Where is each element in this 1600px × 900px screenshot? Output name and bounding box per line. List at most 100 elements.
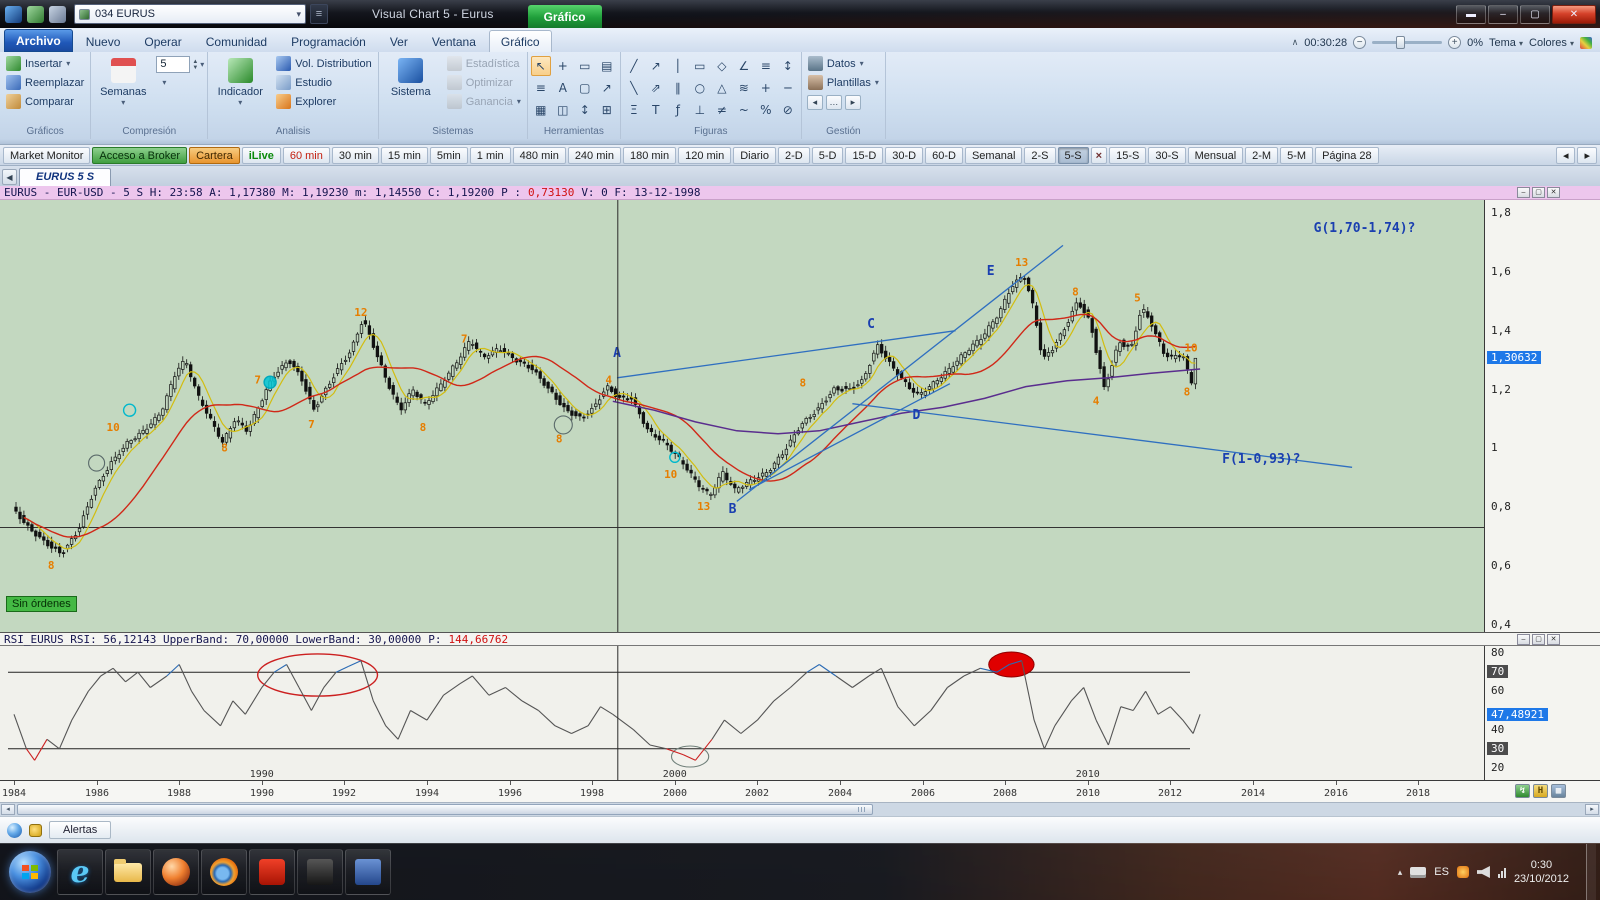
tf-button-30-min[interactable]: 30 min	[332, 147, 379, 164]
pointer-tool-icon[interactable]: ↖	[531, 56, 551, 76]
tray-clock[interactable]: 0:30 23/10/2012	[1514, 858, 1569, 887]
triangle-tool-icon[interactable]: △	[712, 78, 732, 98]
split-view-tool-icon[interactable]: ◫	[553, 100, 573, 120]
chevron-down-icon[interactable]: ▾	[200, 60, 204, 69]
tf-button-15-min[interactable]: 15 min	[381, 147, 428, 164]
tf-button-2-s[interactable]: 2-S	[1024, 147, 1055, 164]
tf-button-5min[interactable]: 5min	[430, 147, 468, 164]
tf-button-diario[interactable]: Diario	[733, 147, 776, 164]
panel-maximize-icon[interactable]: ▢	[1532, 187, 1545, 198]
zoom-slider-thumb[interactable]	[1396, 36, 1405, 49]
palette-icon[interactable]	[1580, 37, 1592, 49]
horizontal-scrollbar[interactable]: ◂ ▸	[0, 802, 1600, 816]
tf-button-mensual[interactable]: Mensual	[1188, 147, 1244, 164]
volume-icon[interactable]	[1477, 866, 1490, 878]
scale-settings-icon[interactable]: ▦	[1551, 784, 1566, 798]
menu-tab-archivo[interactable]: Archivo	[4, 29, 73, 52]
ribbon-button-estudio[interactable]: Estudio	[273, 73, 374, 92]
v-scale-tool-icon[interactable]: ↕	[575, 100, 595, 120]
ribbon-button-plantillas[interactable]: Plantillas▾	[805, 73, 882, 92]
tf-button-60-d[interactable]: 60-D	[925, 147, 963, 164]
rectangle-tool-icon[interactable]: ▭	[690, 56, 710, 76]
price-axis[interactable]: 1,81,61,41,210,80,60,41,30632	[1484, 200, 1600, 632]
taskbar-icon-market-app[interactable]	[297, 849, 343, 895]
text-tool-tool-icon[interactable]: A	[553, 78, 573, 98]
tf-button-5-m[interactable]: 5-M	[1280, 147, 1313, 164]
scroll-right-icon[interactable]: ▸	[1585, 804, 1599, 815]
tf-button-ilive[interactable]: iLive	[242, 147, 281, 164]
tf-button-5-s[interactable]: 5-S	[1058, 147, 1089, 164]
tf-button-1-min[interactable]: 1 min	[470, 147, 511, 164]
ribbon-button-explorer[interactable]: Explorer	[273, 92, 374, 111]
cross-line-tool-icon[interactable]: +	[756, 78, 776, 98]
close-button[interactable]: ✕	[1552, 5, 1596, 24]
doc-tab-eurus[interactable]: EURUS 5 S	[19, 168, 111, 186]
zoom-box-tool-icon[interactable]: ▭	[575, 56, 595, 76]
tf-button-480-min[interactable]: 480 min	[513, 147, 566, 164]
colors-menu[interactable]: Colores ▾	[1529, 37, 1574, 49]
symbol-combo[interactable]: 034 EURUS ▾	[74, 4, 306, 24]
curve-tool-tool-icon[interactable]: ~	[734, 100, 754, 120]
ribbon-big-button-sistema[interactable]: Sistema	[382, 54, 440, 125]
menu-tab-nuevo[interactable]: Nuevo	[75, 31, 132, 52]
more-pages-button[interactable]: …	[826, 95, 842, 110]
tf-scroll-right-icon[interactable]: ▸	[1577, 147, 1597, 164]
rhombus-tool-icon[interactable]: ◇	[712, 56, 732, 76]
auto-scale-icon[interactable]: ↯	[1515, 784, 1530, 798]
new-window-tool-icon[interactable]: ⊞	[597, 100, 617, 120]
globe-icon[interactable]	[7, 823, 22, 838]
arrow-line-tool-icon[interactable]: ↗	[646, 56, 666, 76]
tab-scroll-left-button[interactable]: ◀	[2, 169, 17, 185]
tf-button-2-m[interactable]: 2-M	[1245, 147, 1278, 164]
rsi-axis[interactable]: 80706040302047,48921	[1484, 646, 1600, 780]
tf-button-30-d[interactable]: 30-D	[885, 147, 923, 164]
tf-button-pagina-28[interactable]: Página 28	[1315, 147, 1379, 164]
symbol-options-button[interactable]: ≡	[310, 4, 328, 24]
function-tool-tool-icon[interactable]: ƒ	[668, 100, 688, 120]
chevron-down-icon[interactable]: ▾	[296, 9, 301, 20]
window-menu-button[interactable]: ▬	[1456, 5, 1486, 24]
update-tray-icon[interactable]	[1457, 866, 1469, 878]
ribbon-button-insertar[interactable]: Insertar▾	[3, 54, 87, 73]
compression-value-input[interactable]: 5	[156, 56, 190, 73]
tf-button-acceso-a-broker[interactable]: Acceso a Broker	[92, 147, 187, 164]
prev-page-button[interactable]: ◂	[807, 95, 823, 110]
taskbar-icon-media-orb[interactable]	[153, 849, 199, 895]
tf-button-market-monitor[interactable]: Market Monitor	[3, 147, 90, 164]
start-button[interactable]	[5, 849, 55, 895]
tf-button-semanal[interactable]: Semanal	[965, 147, 1022, 164]
date-axis[interactable]: ↯ H ▦ 1984198619881990199219941996199820…	[0, 780, 1600, 802]
rsi-maximize-icon[interactable]: ▢	[1532, 634, 1545, 645]
zoom-slider[interactable]	[1372, 41, 1442, 44]
taskbar-icon-s-app[interactable]	[249, 849, 295, 895]
keyboard-icon[interactable]	[1410, 867, 1426, 878]
quick-save-icon[interactable]	[49, 6, 66, 23]
tf-button-15-d[interactable]: 15-D	[845, 147, 883, 164]
menu-tab-grafico[interactable]: Gráfico	[489, 30, 552, 52]
percent-tool-tool-icon[interactable]: %	[756, 100, 776, 120]
taskbar-icon-firefox[interactable]	[201, 849, 247, 895]
delete-figure-tool-icon[interactable]: ⊘	[778, 100, 798, 120]
grid-tool-tool-icon[interactable]: ▦	[531, 100, 551, 120]
rsi-chart-canvas[interactable]: 199020002010	[0, 646, 1484, 780]
tf-button-5-d[interactable]: 5-D	[812, 147, 844, 164]
chevron-down-icon[interactable]: ▾	[162, 78, 166, 87]
ray-tool-icon[interactable]: ⇗	[646, 78, 666, 98]
panel-minimize-icon[interactable]: –	[1517, 187, 1530, 198]
support-line-tool-icon[interactable]: ⊥	[690, 100, 710, 120]
context-tab-grafico[interactable]: Gráfico	[528, 5, 602, 28]
quick-chart-icon[interactable]	[27, 6, 44, 23]
region-tool-icon[interactable]: ▢	[575, 78, 595, 98]
show-desktop-button[interactable]	[1586, 844, 1596, 900]
scroll-left-icon[interactable]: ◂	[1, 804, 15, 815]
maximize-button[interactable]: ▢	[1520, 5, 1550, 24]
data-window-tool-icon[interactable]: ▤	[597, 56, 617, 76]
angle-tool-icon[interactable]: ∠	[734, 56, 754, 76]
ribbon-button-comparar[interactable]: Comparar	[3, 92, 87, 111]
ribbon-button-datos[interactable]: Datos▾	[805, 54, 882, 73]
alerts-tab[interactable]: Alertas	[49, 821, 111, 839]
vertical-line-tool-icon[interactable]: │	[668, 56, 688, 76]
zoom-out-button[interactable]: −	[1353, 36, 1366, 49]
ribbon-collapse-icon[interactable]: ∧	[1292, 37, 1299, 48]
ellipse-tool-icon[interactable]: ○	[690, 78, 710, 98]
